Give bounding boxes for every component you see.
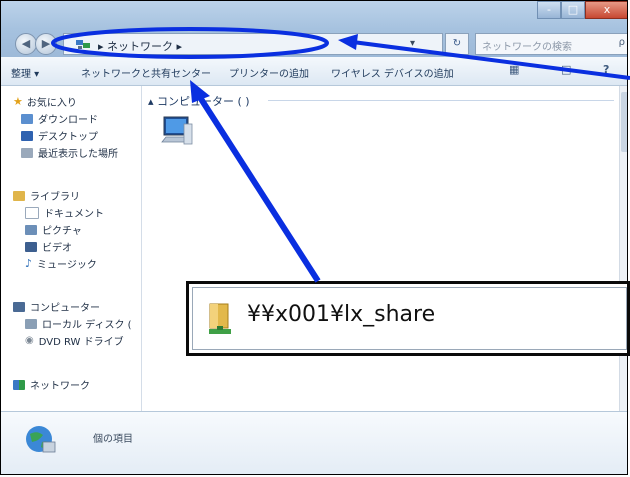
desktop-icon xyxy=(21,130,33,141)
navigation-pane: ★ お気に入り ダウンロード デスクトップ 最近表示した場所 ライブラリ ドキュ… xyxy=(1,86,142,411)
sidebar-item-music[interactable]: ♪ ミュージック xyxy=(25,256,97,271)
sidebar-item-pictures[interactable]: ピクチャ xyxy=(25,222,82,237)
video-icon xyxy=(25,241,37,252)
share-path-text: ¥¥x001¥lx_share xyxy=(247,302,436,327)
picture-icon xyxy=(25,224,37,235)
add-printer-button[interactable]: プリンターの追加 xyxy=(229,65,309,80)
search-area: ネットワークの検索 ρ xyxy=(445,33,627,55)
sidebar-item-label: ミュージック xyxy=(37,260,97,271)
address-dropdown-icon[interactable]: ▾ xyxy=(410,38,415,49)
network-icon xyxy=(13,379,25,390)
sidebar-item-label: ピクチャ xyxy=(42,226,82,237)
sidebar-item-favorites[interactable]: ★ お気に入り xyxy=(13,94,77,109)
network-center-button[interactable]: ネットワークと共有センター xyxy=(81,65,211,80)
group-divider xyxy=(268,100,614,101)
sidebar-item-network[interactable]: ネットワーク xyxy=(13,377,90,392)
music-icon: ♪ xyxy=(25,257,33,270)
sidebar-item-label: DVD RW ドライブ xyxy=(38,337,124,348)
network-globe-icon xyxy=(26,426,56,453)
minimize-button[interactable]: - xyxy=(537,1,561,19)
sidebar-item-label: ライブラリ xyxy=(30,192,80,203)
recent-places-icon xyxy=(21,147,33,158)
group-header-computer[interactable]: ▴ コンピューター ( ) xyxy=(148,93,250,109)
sidebar-item-label: 最近表示した場所 xyxy=(38,149,118,160)
zoom-callout: ¥¥x001¥lx_share xyxy=(186,281,630,356)
address-bar[interactable]: ▸ ネットワーク ▸ ▾ xyxy=(63,33,443,55)
scrollbar-thumb[interactable] xyxy=(621,92,627,152)
sidebar-item-recent[interactable]: 最近表示した場所 xyxy=(21,145,118,160)
command-toolbar: 整理 ▾ ネットワークと共有センター プリンターの追加 ワイヤレス デバイスの追… xyxy=(1,57,627,86)
computer-icon xyxy=(13,301,25,312)
sidebar-item-libraries[interactable]: ライブラリ xyxy=(13,188,80,203)
item-count-text: 個の項目 xyxy=(93,434,133,445)
network-computer-icon[interactable] xyxy=(160,114,194,148)
document-icon xyxy=(25,206,39,219)
sidebar-item-label: コンピューター xyxy=(30,303,100,314)
sidebar-item-label: ダウンロード xyxy=(38,115,98,126)
sidebar-item-local-disk[interactable]: ローカル ディスク ( xyxy=(25,316,132,331)
sidebar-item-dvd[interactable]: ◉ DVD RW ドライブ xyxy=(25,333,124,348)
sidebar-item-videos[interactable]: ビデオ xyxy=(25,239,72,254)
add-wireless-device-button[interactable]: ワイヤレス デバイスの追加 xyxy=(331,65,454,80)
search-input[interactable]: ネットワークの検索 ρ xyxy=(475,33,627,55)
view-options-icon[interactable]: ▦ xyxy=(509,63,519,76)
forward-arrow-icon: ▶ xyxy=(41,37,51,50)
library-icon xyxy=(13,190,25,201)
dvd-icon: ◉ xyxy=(25,335,34,346)
sidebar-item-desktop[interactable]: デスクトップ xyxy=(21,128,98,143)
search-icon[interactable]: ρ xyxy=(619,37,625,48)
sidebar-item-label: ローカル ディスク ( xyxy=(42,320,132,331)
maximize-button[interactable]: □ xyxy=(561,1,585,19)
downloads-icon xyxy=(21,113,33,124)
forward-button[interactable]: ▶ xyxy=(35,33,57,55)
back-button[interactable]: ◀ xyxy=(15,33,37,55)
content-pane: ▴ コンピューター ( ) xyxy=(142,86,618,411)
preview-pane-icon[interactable]: □ xyxy=(561,63,571,76)
sidebar-item-label: デスクトップ xyxy=(38,132,98,143)
sidebar-item-documents[interactable]: ドキュメント xyxy=(25,205,104,220)
sidebar-item-label: ビデオ xyxy=(42,243,72,254)
close-button[interactable]: x xyxy=(585,1,627,19)
shared-folder-icon xyxy=(209,303,231,334)
nav-buttons: ◀ ▶ xyxy=(15,33,67,55)
sidebar-item-label: お気に入り xyxy=(26,98,77,109)
sidebar-item-computer[interactable]: コンピューター xyxy=(13,299,100,314)
details-pane: 個の項目 xyxy=(1,411,627,474)
search-placeholder: ネットワークの検索 xyxy=(482,42,572,53)
star-icon: ★ xyxy=(13,95,23,108)
disk-icon xyxy=(25,318,37,329)
window-controls: - □ x xyxy=(537,1,627,19)
sidebar-item-label: ドキュメント xyxy=(44,209,104,220)
organize-menu[interactable]: 整理 ▾ xyxy=(11,65,39,80)
sidebar-item-label: ネットワーク xyxy=(30,381,90,392)
network-icon xyxy=(76,40,90,49)
help-icon[interactable]: ? xyxy=(603,63,609,76)
vertical-scrollbar[interactable] xyxy=(619,86,627,411)
sidebar-item-downloads[interactable]: ダウンロード xyxy=(21,111,98,126)
title-bar: - □ x ◀ ▶ ▸ ネットワーク ▸ ▾ ↻ ネットワークの検索 ρ xyxy=(1,1,627,57)
back-arrow-icon: ◀ xyxy=(21,37,31,50)
breadcrumb[interactable]: ▸ ネットワーク ▸ xyxy=(98,38,182,54)
explorer-window: - □ x ◀ ▶ ▸ ネットワーク ▸ ▾ ↻ ネットワークの検索 ρ 整理 … xyxy=(0,0,628,475)
